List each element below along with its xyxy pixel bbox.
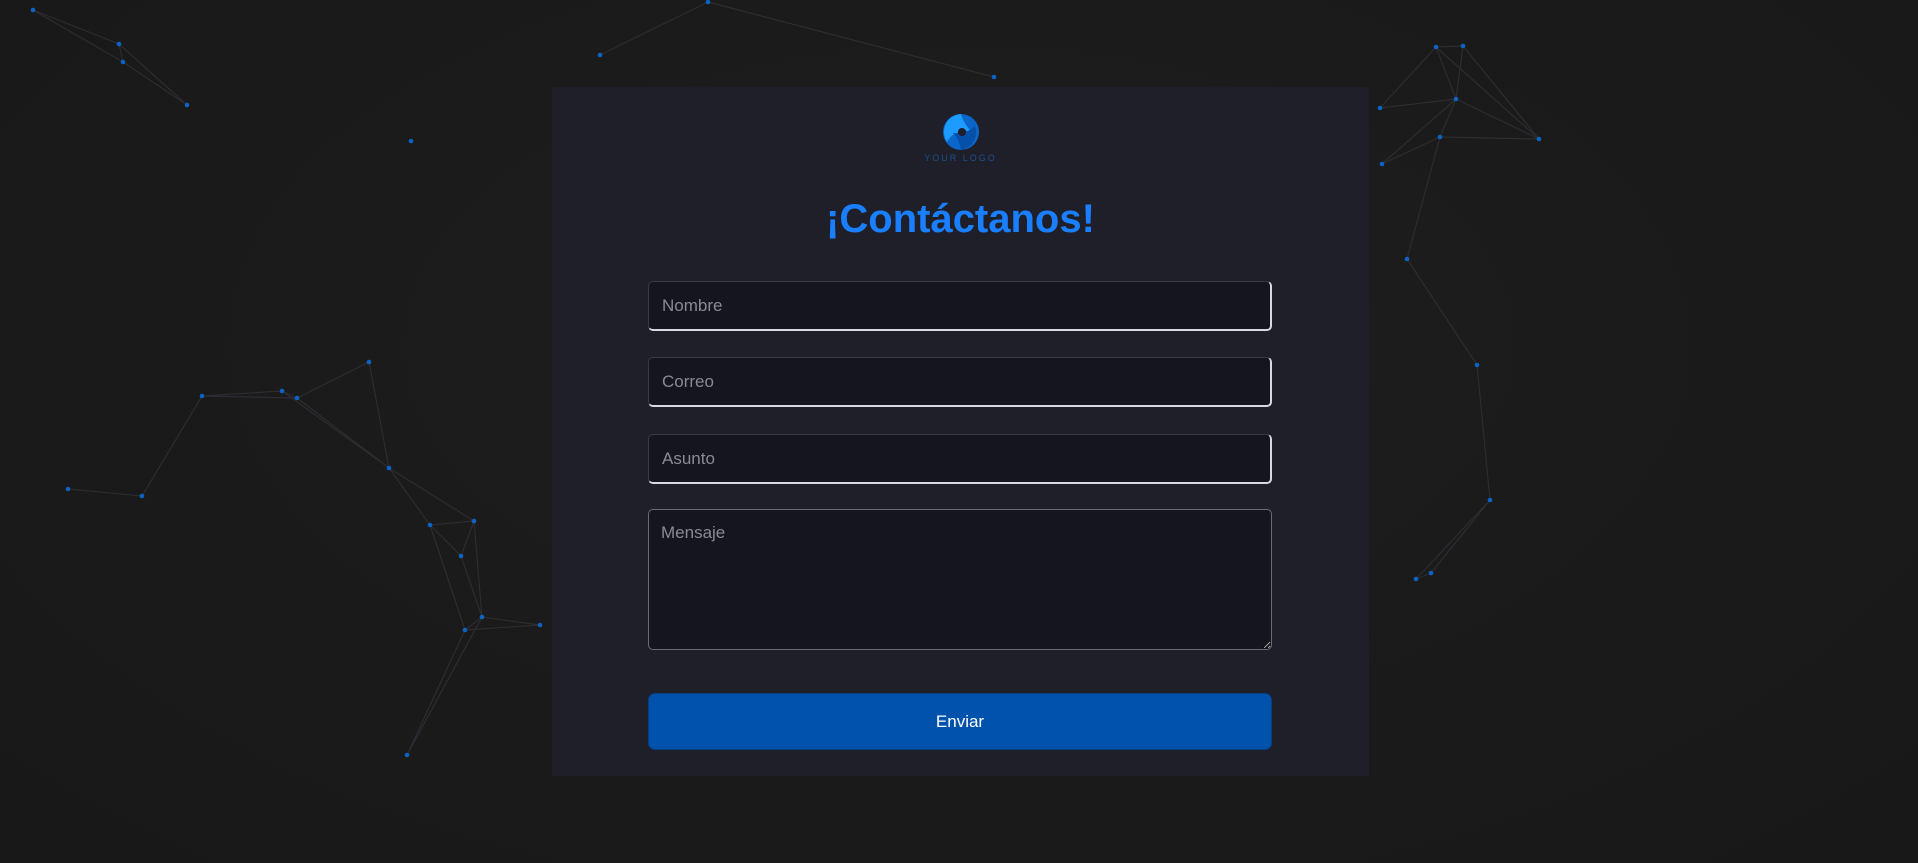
network-node: [65, 486, 71, 492]
network-node: [991, 74, 997, 80]
network-node: [1433, 44, 1439, 50]
network-link: [1406, 258, 1478, 366]
network-node: [199, 393, 205, 399]
network-node: [479, 614, 485, 620]
network-node: [294, 395, 300, 401]
network-link: [464, 616, 483, 631]
logo-text: YOUR LOGO: [924, 153, 997, 163]
network-node: [1379, 161, 1385, 167]
network-link: [429, 524, 466, 631]
network-node: [30, 7, 36, 13]
network-link: [1439, 98, 1457, 138]
network-node: [408, 138, 414, 144]
network-link: [32, 9, 124, 63]
network-link: [1379, 98, 1457, 109]
network-node: [139, 493, 145, 499]
network-link: [201, 390, 283, 397]
network-node: [537, 622, 543, 628]
network-node: [462, 627, 468, 633]
network-link: [1435, 45, 1464, 48]
network-link: [1435, 46, 1540, 140]
network-node: [404, 752, 410, 758]
network-link: [1435, 46, 1457, 100]
network-link: [406, 616, 483, 756]
page-title: ¡Contáctanos!: [826, 197, 1095, 241]
network-link: [429, 520, 475, 526]
network-link: [296, 361, 370, 399]
network-node: [597, 52, 603, 58]
network-link: [388, 467, 475, 522]
network-node: [1428, 570, 1434, 576]
network-link: [67, 488, 143, 497]
network-link: [481, 616, 541, 626]
network-link: [460, 555, 483, 618]
network-link: [1476, 364, 1491, 501]
network-link: [1455, 98, 1540, 140]
network-link: [1455, 45, 1464, 100]
network-node: [366, 359, 372, 365]
subject-input[interactable]: [648, 434, 1272, 484]
network-link: [473, 520, 483, 618]
submit-button[interactable]: Enviar: [648, 693, 1272, 750]
network-link: [118, 43, 188, 106]
network-node: [1377, 105, 1383, 111]
network-node: [1453, 96, 1459, 102]
network-link: [460, 520, 475, 557]
network-node: [1404, 256, 1410, 262]
message-textarea[interactable]: [648, 509, 1272, 650]
network-link: [388, 467, 431, 526]
network-node: [184, 102, 190, 108]
network-link: [32, 9, 120, 45]
network-link: [368, 361, 390, 469]
network-node: [1460, 43, 1466, 49]
network-node: [471, 518, 477, 524]
network-link: [1379, 46, 1437, 109]
network-link: [1462, 45, 1540, 140]
email-input[interactable]: [648, 357, 1272, 407]
network-node: [1536, 136, 1542, 142]
network-node: [120, 59, 126, 65]
network-link: [1430, 499, 1491, 574]
network-link: [599, 1, 709, 56]
contact-form-card: YOUR LOGO ¡Contáctanos! Enviar: [552, 87, 1369, 776]
network-link: [1381, 98, 1457, 165]
network-node: [705, 0, 711, 5]
network-node: [427, 522, 433, 528]
network-link: [1381, 136, 1441, 165]
network-node: [116, 41, 122, 47]
network-link: [1406, 136, 1441, 260]
network-node: [279, 388, 285, 394]
network-node: [1474, 362, 1480, 368]
network-node: [386, 465, 392, 471]
network-node: [458, 553, 464, 559]
network-node: [1487, 497, 1493, 503]
network-link: [122, 61, 188, 106]
network-link: [707, 1, 995, 78]
brand-logo: YOUR LOGO: [552, 112, 1369, 168]
network-link: [201, 395, 298, 399]
network-link: [141, 395, 203, 497]
network-node: [1413, 576, 1419, 582]
swirl-logo-icon: [942, 114, 979, 150]
network-link: [1439, 136, 1540, 140]
network-link: [406, 629, 466, 756]
network-link: [296, 397, 390, 469]
name-input[interactable]: [648, 281, 1272, 331]
network-node: [1437, 134, 1443, 140]
network-link: [1415, 499, 1491, 580]
